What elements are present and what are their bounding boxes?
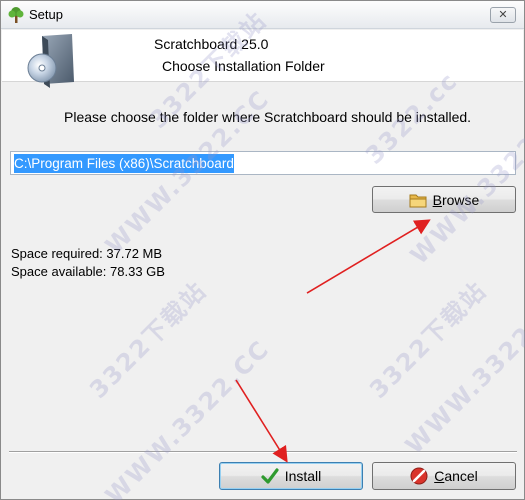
space-available: Space available: 78.33 GB — [11, 264, 165, 279]
tree-icon — [8, 7, 24, 23]
header-banner: Scratchboard 25.0 Choose Installation Fo… — [2, 30, 523, 88]
checkmark-icon — [261, 468, 279, 484]
no-entry-icon — [410, 467, 428, 485]
instruction-text: Please choose the folder where Scratchbo… — [64, 109, 472, 125]
install-button[interactable]: Install — [219, 462, 363, 490]
install-disc-icon — [27, 34, 74, 88]
header-subtitle: Choose Installation Folder — [162, 58, 325, 74]
cancel-button[interactable]: Cancel — [372, 462, 516, 490]
footer-divider — [9, 451, 517, 453]
setup-window: Setup ✕ Scratchboard 25.0 Choose Install… — [0, 0, 525, 500]
close-button[interactable]: ✕ — [490, 7, 516, 23]
close-icon: ✕ — [498, 8, 508, 21]
space-required: Space required: 37.72 MB — [11, 246, 163, 261]
header-app-name: Scratchboard 25.0 — [154, 36, 269, 52]
install-label: Install — [284, 468, 322, 484]
browse-label: Browse — [432, 191, 480, 208]
install-path-field[interactable]: C:\Program Files (x86)\Scratchboard — [10, 151, 516, 175]
browse-button[interactable]: Browse — [372, 186, 516, 213]
folder-icon — [409, 194, 427, 207]
window-title: Setup — [29, 7, 63, 22]
cancel-label: Cancel — [434, 468, 478, 484]
title-bar[interactable]: Setup ✕ — [1, 1, 524, 29]
install-path-value: C:\Program Files (x86)\Scratchboard — [14, 154, 234, 173]
